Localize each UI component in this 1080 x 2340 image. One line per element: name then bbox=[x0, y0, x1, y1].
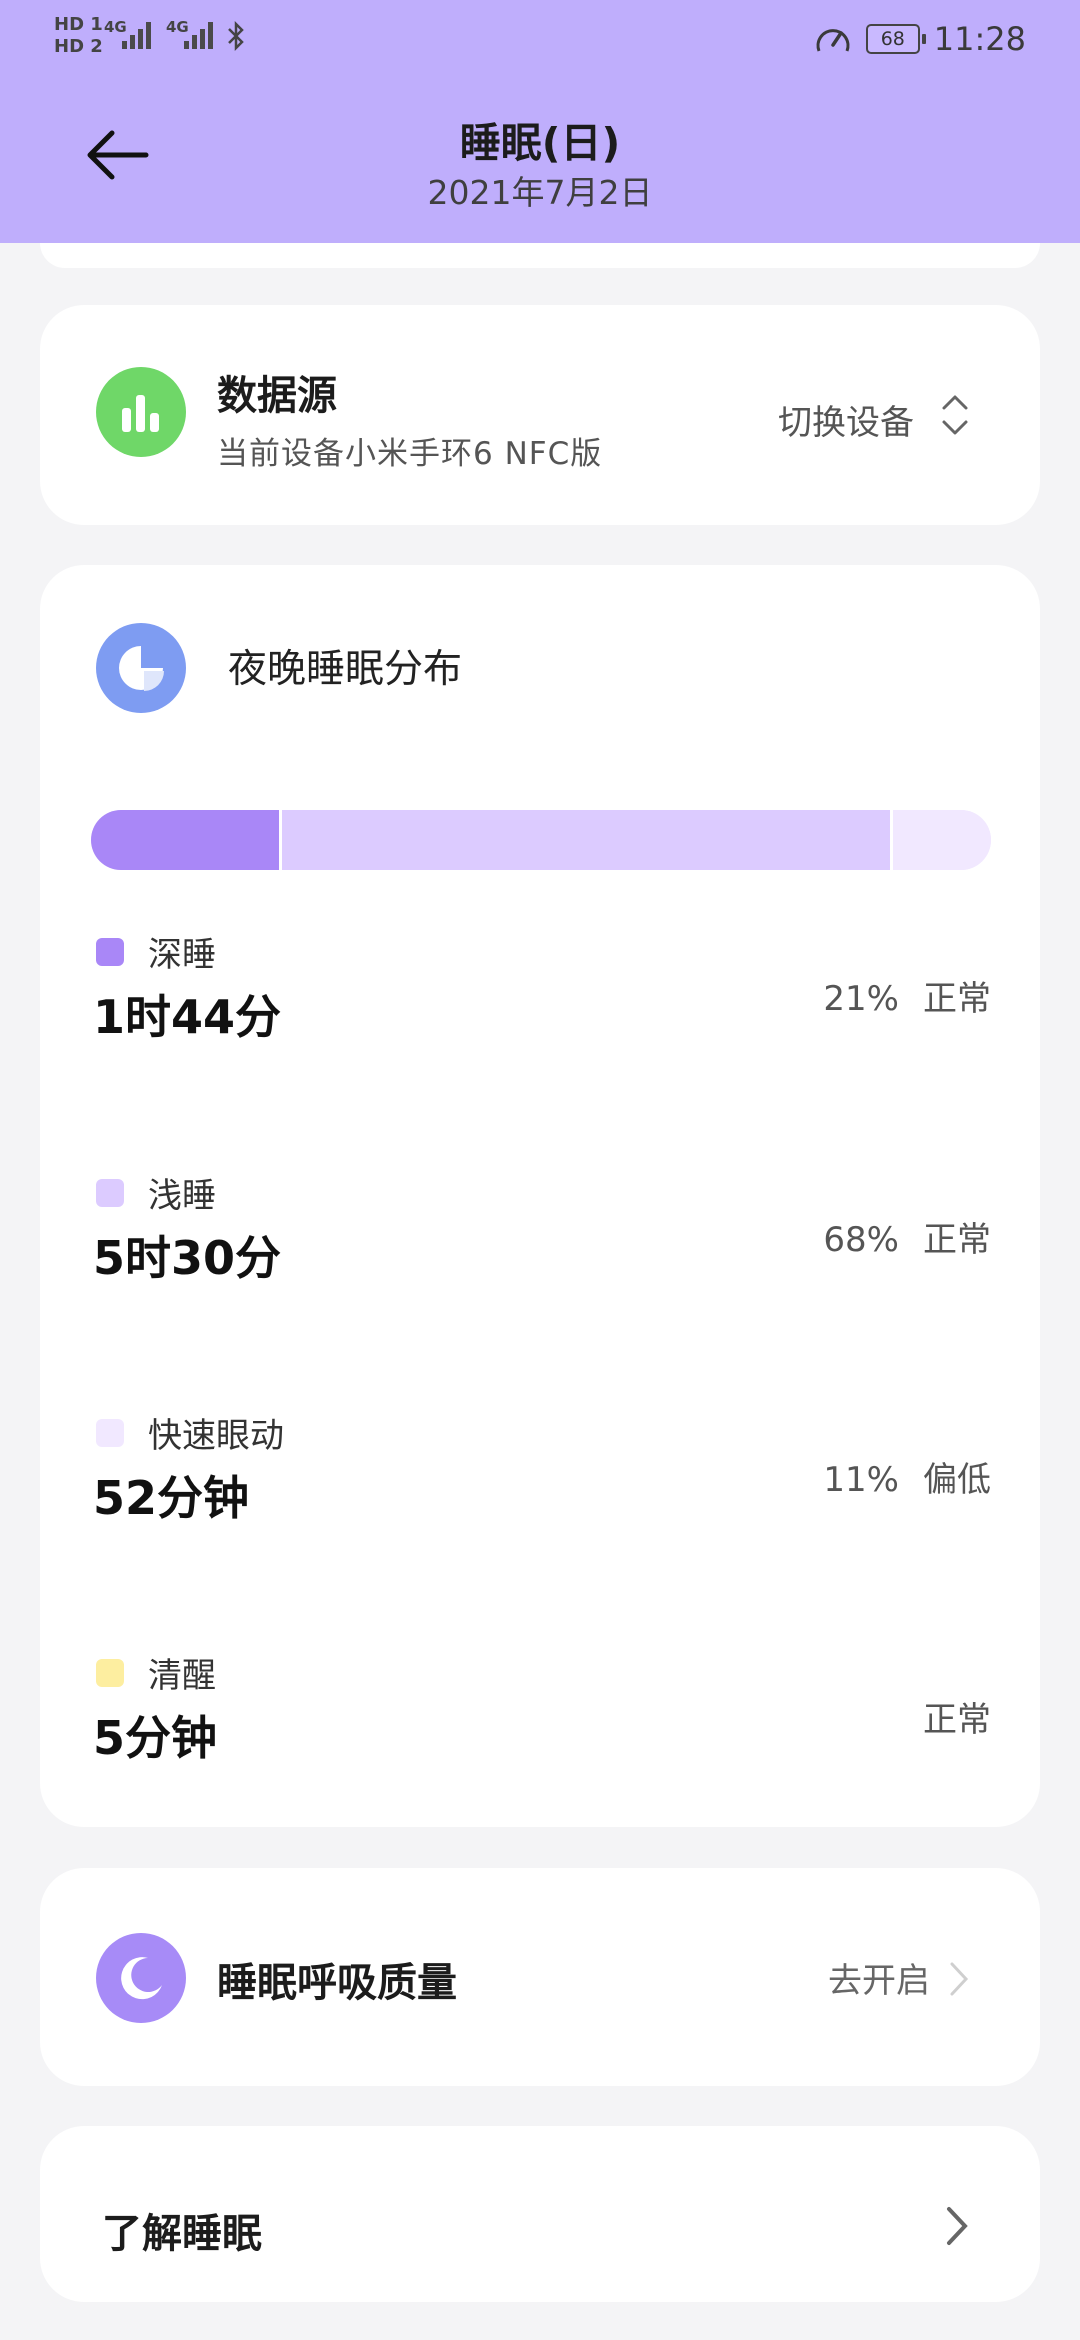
bar-segment-deep-sleep bbox=[91, 810, 279, 870]
stage-duration: 5时30分 bbox=[93, 1231, 282, 1285]
status-right: 68 11:28 bbox=[814, 18, 1026, 60]
hd1-badge: HD 1 bbox=[54, 14, 103, 35]
rem-swatch bbox=[96, 1419, 124, 1447]
learn-sleep-card[interactable]: 了解睡眠 bbox=[40, 2126, 1040, 2302]
bluetooth-icon bbox=[228, 20, 244, 52]
sim-indicators: HD 1 HD 2 bbox=[54, 14, 103, 58]
stage-duration: 1时44分 bbox=[93, 990, 282, 1044]
battery-icon: 68 bbox=[865, 24, 926, 54]
moon-icon bbox=[96, 1933, 186, 2023]
stage-name: 深睡 bbox=[148, 935, 216, 975]
stage-percent: 68% bbox=[823, 1220, 899, 1260]
bar-chart-icon bbox=[96, 367, 186, 457]
signal-strength-2-icon bbox=[184, 22, 213, 49]
breathing-quality-title: 睡眠呼吸质量 bbox=[217, 1960, 457, 2006]
stage-status: 偏低 bbox=[923, 1460, 991, 1500]
stage-status: 正常 bbox=[923, 1220, 991, 1260]
stage-name: 快速眼动 bbox=[148, 1416, 284, 1456]
learn-sleep-title: 了解睡眠 bbox=[102, 2211, 262, 2257]
sleep-stage-bar bbox=[91, 810, 991, 870]
page-title: 睡眠(日) bbox=[459, 119, 621, 167]
light-sleep-swatch bbox=[96, 1179, 124, 1207]
breathing-quality-card[interactable]: 睡眠呼吸质量 去开启 bbox=[40, 1868, 1040, 2086]
page-date: 2021年7月2日 bbox=[427, 173, 653, 212]
pie-chart-icon bbox=[96, 623, 186, 713]
up-down-chevron-icon[interactable] bbox=[940, 391, 970, 439]
stage-duration: 5分钟 bbox=[93, 1711, 218, 1765]
sleep-distribution-card: 夜晚睡眠分布 深睡 1时44分 21% 正常 浅睡 5时30分 68% 正常 快速眼… bbox=[40, 565, 1040, 1827]
switch-device-button[interactable]: 切换设备 bbox=[778, 395, 914, 444]
bar-segment-light-sleep bbox=[278, 810, 890, 870]
stage-awake: 清醒 5分钟 正常 bbox=[91, 1648, 991, 1765]
deep-sleep-swatch bbox=[96, 938, 124, 966]
data-source-card: 数据源 当前设备小米手环6 NFC版 切换设备 bbox=[40, 305, 1040, 525]
status-bar: HD 1 HD 2 4G 4G 68 11:28 bbox=[0, 0, 1080, 76]
enable-link[interactable]: 去开启 bbox=[828, 1953, 930, 2002]
bar-segment-rem bbox=[889, 810, 991, 870]
data-source-title: 数据源 bbox=[217, 373, 337, 419]
stage-duration: 52分钟 bbox=[93, 1471, 250, 1525]
stage-rem: 快速眼动 52分钟 11% 偏低 bbox=[91, 1408, 991, 1525]
chevron-right-icon bbox=[947, 2207, 968, 2245]
stage-percent: 21% bbox=[823, 979, 899, 1019]
speedometer-icon bbox=[816, 29, 850, 52]
current-device-text: 当前设备小米手环6 NFC版 bbox=[217, 436, 603, 472]
signal-strength-1-icon bbox=[122, 22, 151, 49]
chevron-right-icon bbox=[950, 1962, 969, 1996]
stage-name: 清醒 bbox=[148, 1656, 216, 1696]
stage-percent: 11% bbox=[823, 1460, 899, 1500]
header-bar: HD 1 HD 2 4G 4G 68 11:28 睡眠(日) 2021年7月2日 bbox=[0, 0, 1080, 243]
clock: 11:28 bbox=[933, 20, 1026, 58]
stage-status: 正常 bbox=[923, 1700, 991, 1740]
distribution-title: 夜晚睡眠分布 bbox=[228, 647, 463, 692]
previous-card-edge bbox=[40, 243, 1040, 268]
awake-swatch bbox=[96, 1659, 124, 1687]
stage-name: 浅睡 bbox=[148, 1176, 216, 1216]
hd2-badge: HD 2 bbox=[54, 36, 103, 57]
stage-light-sleep: 浅睡 5时30分 68% 正常 bbox=[91, 1168, 991, 1285]
stage-status: 正常 bbox=[923, 979, 991, 1019]
stage-deep-sleep: 深睡 1时44分 21% 正常 bbox=[91, 927, 991, 1044]
